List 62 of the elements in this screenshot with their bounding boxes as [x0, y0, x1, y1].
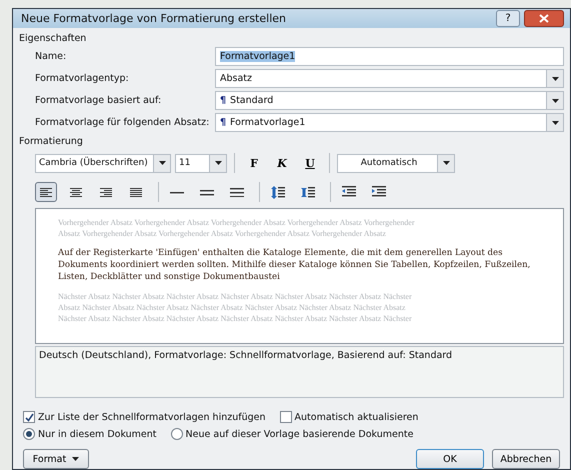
radio-label[interactable]: Nur in diesem Dokument — [38, 428, 157, 440]
paragraph-button[interactable] — [35, 182, 57, 202]
close-icon — [539, 14, 549, 23]
dropdown-button[interactable] — [546, 92, 563, 109]
ok-button[interactable]: OK — [416, 449, 484, 469]
preview-text: Nächster Absatz Nächster Absatz Nächster Absatz Nächster Absatz Nächster Absatz Nächster Absatz Nächster — [58, 291, 413, 302]
radio-button[interactable] — [23, 428, 35, 440]
close-button[interactable] — [524, 10, 564, 27]
dropdown-field[interactable]: ¶ Formatvorlage1 — [215, 113, 564, 132]
radio-label[interactable]: Neue auf dieser Vorlage basierende Dokumente — [186, 428, 414, 440]
preview-text: Nächster Absatz Nächster Absatz Nächster Absatz Nächster Absatz Nächster Absatz Nächster Absatz Nächster — [58, 313, 413, 324]
preview-text: Absatz Nächster Absatz Nächster Absatz Nächster Absatz Nächster Absatz Nächster Absatz Nächster Absatz — [58, 302, 406, 313]
caret-icon — [442, 161, 450, 165]
sample-paragraph: Auf der Registerkarte 'Einfügen' enthalten die Kataloge Elemente, die mit dem generellen Layout des Dokuments koordiniert werden sollten. Mithilfe dieser Kataloge können Sie Tabellen, Kopfzeilen, Fußzeilen, Listen, Deckblätter und sonstige Dokumentbaustei — [58, 247, 532, 283]
caret-icon — [552, 98, 558, 102]
align-center-icon — [69, 186, 83, 198]
checkbox[interactable] — [23, 411, 35, 423]
paragraph-spacing-icon — [301, 186, 315, 198]
field-label: Formatvorlagentyp: — [35, 73, 130, 84]
caret-icon — [552, 120, 558, 124]
line-spacing-icon — [230, 188, 244, 196]
caret-icon — [214, 161, 222, 165]
align-left-icon — [39, 186, 53, 198]
bold-button[interactable]: F — [242, 153, 266, 173]
input-field[interactable]: Formatvorlage1 — [215, 47, 564, 66]
align-right-icon — [99, 186, 113, 198]
justify-icon — [129, 186, 143, 198]
caret-icon — [552, 76, 558, 80]
size-dropdown[interactable]: 11 — [175, 154, 227, 172]
dropdown-field[interactable]: ¶ Standard — [215, 91, 564, 110]
underline-button[interactable]: U — [298, 153, 322, 173]
field-label: Name: — [35, 51, 68, 62]
field-label: Formatvorlage für folgenden Absatz: — [35, 117, 210, 128]
radio-button[interactable] — [170, 428, 183, 440]
section-heading: Eigenschaften — [19, 33, 88, 44]
field-label: Formatvorlage basiert auf: — [35, 95, 162, 106]
italic-button[interactable]: K — [270, 153, 294, 173]
help-button[interactable]: ? — [496, 10, 520, 27]
caret-icon — [72, 457, 80, 461]
dropdown-button[interactable] — [437, 154, 454, 172]
cancel-button[interactable]: Abbrechen — [492, 449, 560, 469]
font-dropdown[interactable]: Cambria (Überschriften) — [35, 154, 171, 172]
format-menu-button[interactable]: Format — [23, 449, 89, 469]
preview-text: Vorhergehender Absatz Vorhergehender Absatz Vorhergehender Absatz Vorhergehender Absatz Vorhergehender — [58, 217, 416, 228]
outdent-icon — [342, 186, 356, 198]
line-spacing-icon — [200, 188, 214, 196]
dropdown-button[interactable] — [209, 154, 226, 172]
checkbox-label[interactable]: Zur Liste der Schnellformatvorlagen hinzufügen — [38, 412, 266, 422]
checkbox-label[interactable]: Automatisch aktualisieren — [294, 412, 418, 422]
caret-icon — [158, 161, 166, 165]
dropdown-button[interactable] — [546, 70, 563, 87]
dropdown-button[interactable] — [153, 154, 170, 172]
description-text: Deutsch (Deutschland), Formatvorlage: Schnellformatvorlage, Basierend auf: Standard — [39, 350, 452, 361]
section-heading: Formatierung — [19, 136, 84, 147]
dropdown-button[interactable] — [546, 114, 563, 131]
font-color-dropdown[interactable]: Automatisch — [337, 154, 455, 172]
dropdown-field[interactable]: Absatz — [215, 69, 564, 88]
preview-text: Absatz Vorhergehender Absatz Vorhergehender Absatz Vorhergehender Absatz Vorhergehender Absatz — [58, 228, 387, 239]
indent-icon — [372, 186, 386, 198]
checkbox[interactable] — [280, 411, 292, 423]
paragraph-spacing-icon — [271, 186, 285, 198]
window-title: Neue Formatvorlage von Formatierung erstellen — [21, 12, 287, 25]
